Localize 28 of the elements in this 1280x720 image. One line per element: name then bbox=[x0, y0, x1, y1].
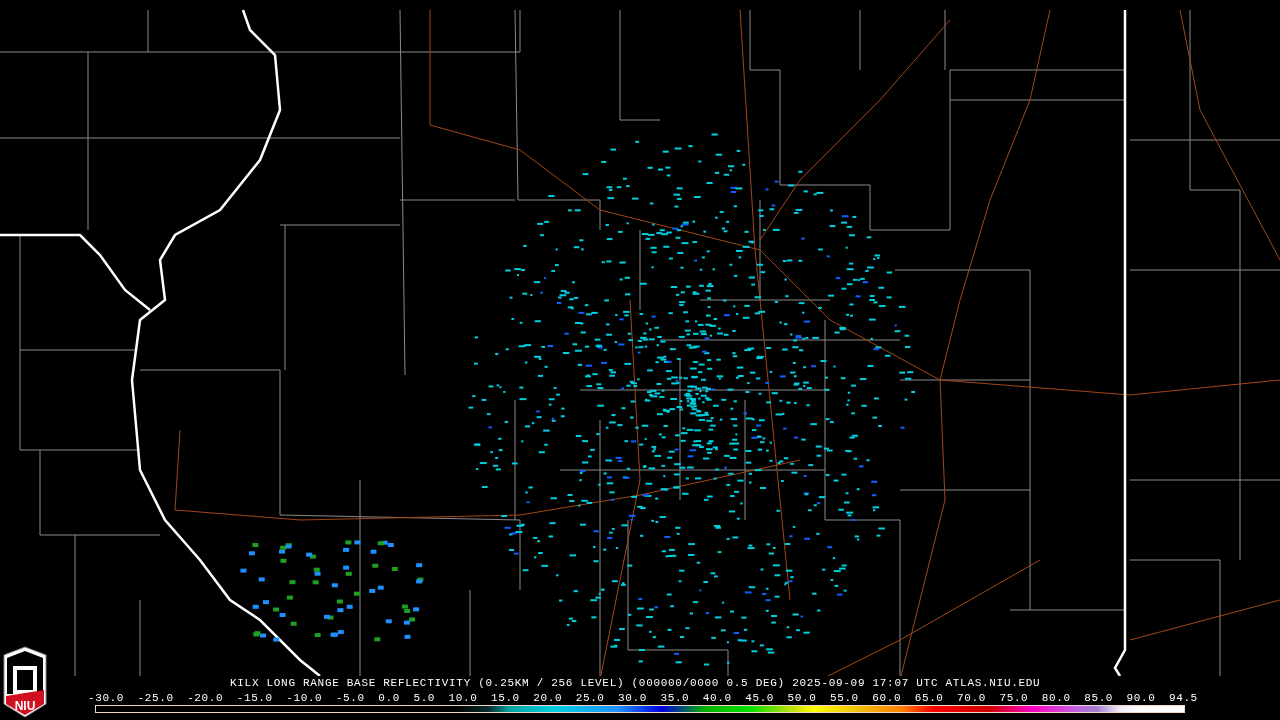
legend-tick-label: 0.0 bbox=[378, 692, 400, 704]
legend-tick-label: 50.0 bbox=[787, 692, 817, 704]
legend-tick-label: 70.0 bbox=[957, 692, 986, 704]
legend-tick-label: -20.0 bbox=[187, 692, 224, 704]
product-title: KILX LONG RANGE BASE REFLECTIVITY (0.25KM / 256 LEVEL) (000000/0000 0.5 DEG) 2025-09-09 17:07 UTC ATLAS.NIU.EDU bbox=[230, 676, 1041, 690]
legend-tick-label: 40.0 bbox=[702, 692, 732, 704]
legend-tick-label: 5.0 bbox=[413, 692, 436, 704]
legend-tick-label: -10.0 bbox=[286, 692, 323, 704]
legend-tick-label: -5.0 bbox=[335, 692, 365, 704]
legend-tick-label: 75.0 bbox=[999, 692, 1029, 704]
legend-tick-label: 90.0 bbox=[1126, 692, 1156, 704]
legend-tick-label: 15.0 bbox=[491, 692, 520, 704]
legend-tick-label: 94.5 bbox=[1169, 692, 1198, 704]
legend-tick-label: 60.0 bbox=[872, 692, 902, 704]
legend-tick-label: -30.0 bbox=[88, 692, 124, 704]
legend-tick-label: 35.0 bbox=[660, 692, 690, 704]
legend-tick-label: 25.0 bbox=[575, 692, 605, 704]
legend-tick-label: 65.0 bbox=[914, 692, 944, 704]
legend-tick-label: 10.0 bbox=[448, 692, 478, 704]
university-logo: NIU bbox=[3, 646, 47, 718]
legend-tick-label: -15.0 bbox=[236, 692, 273, 704]
legend-tick-label: 45.0 bbox=[745, 692, 775, 704]
legend-tick-label: 80.0 bbox=[1041, 692, 1071, 704]
legend-tick-label: 30.0 bbox=[618, 692, 647, 704]
legend-tick-label: 85.0 bbox=[1084, 692, 1114, 704]
legend-tick-label: 55.0 bbox=[830, 692, 859, 704]
legend-tick-label: 20.0 bbox=[533, 692, 563, 704]
legend-tick-label: -25.0 bbox=[137, 692, 174, 704]
